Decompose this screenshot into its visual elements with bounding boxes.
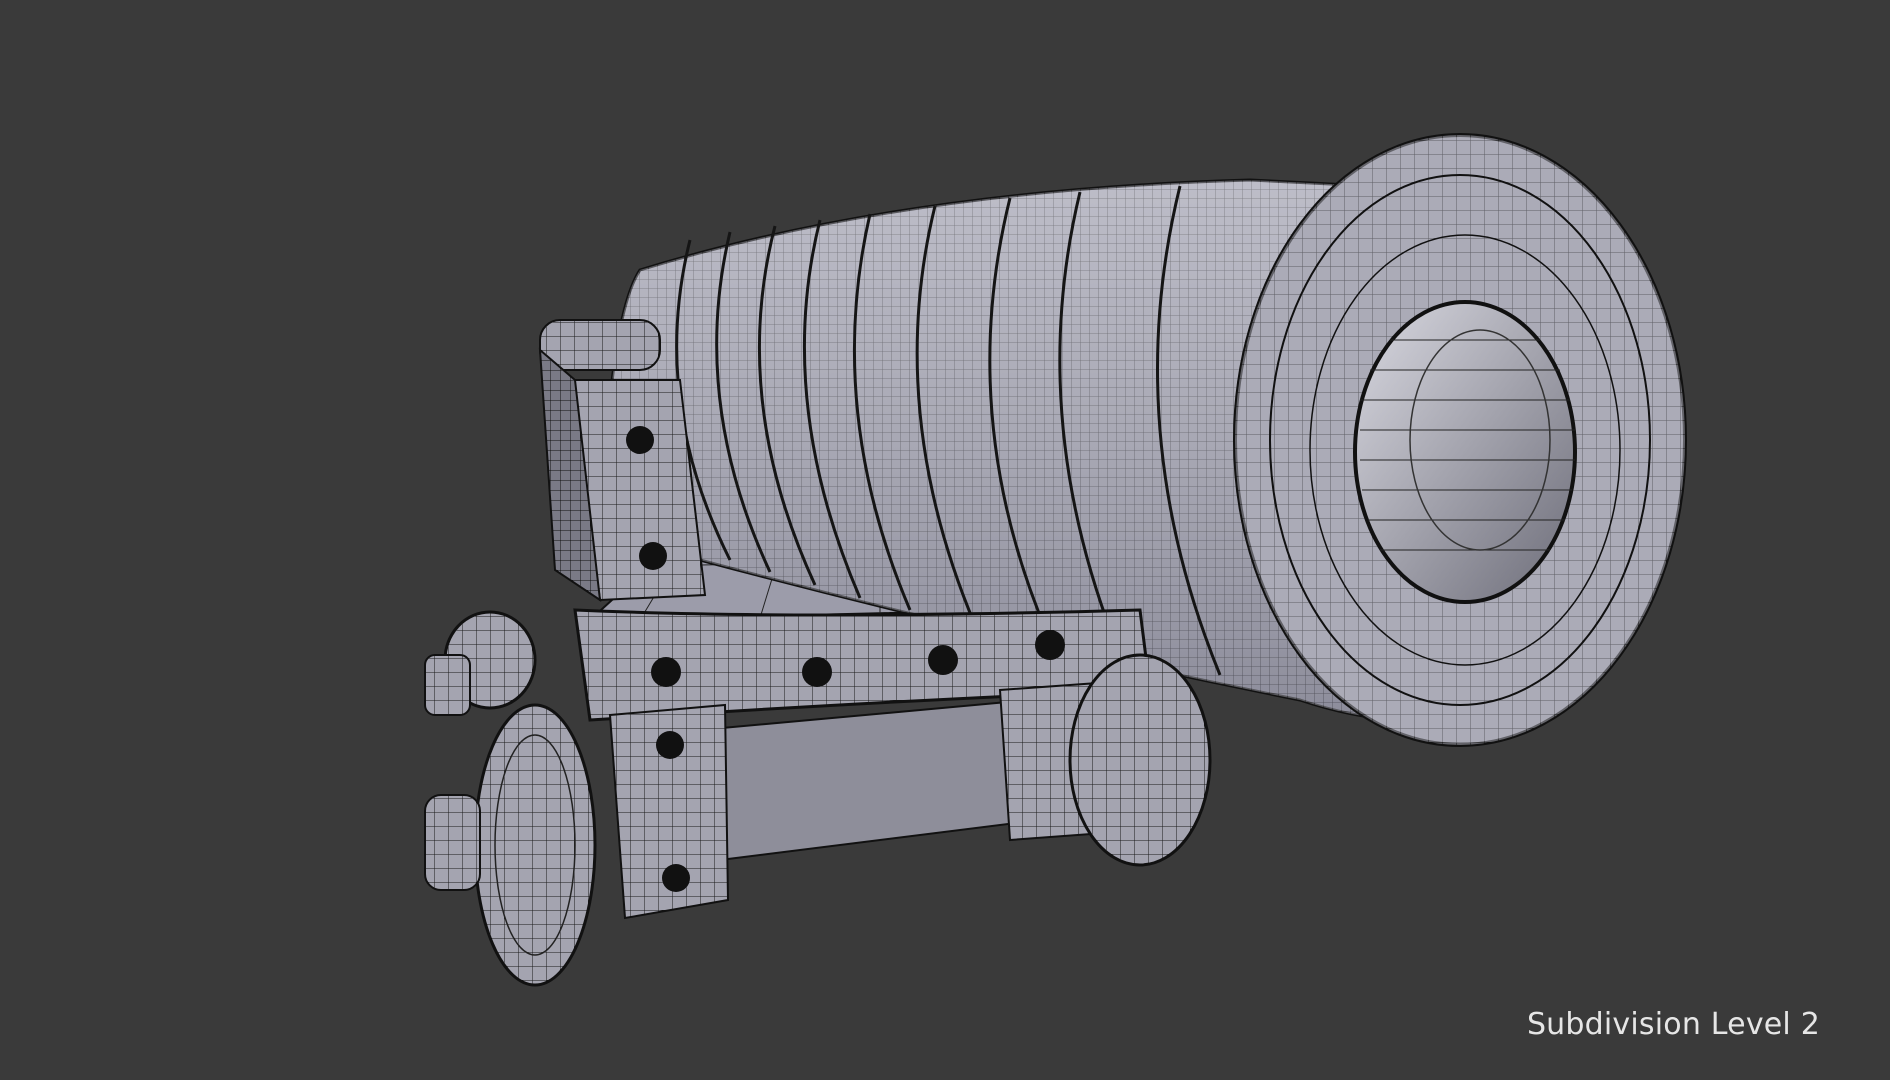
axle	[424, 654, 471, 716]
bolt	[1035, 630, 1065, 660]
3d-viewport[interactable]: Subdivision Level 2	[0, 0, 1890, 1080]
axle	[424, 794, 481, 891]
mesh-scene	[424, 133, 1687, 987]
bolt	[656, 731, 684, 759]
bolt	[928, 645, 958, 675]
rear-wheel	[424, 610, 537, 716]
bolt	[802, 657, 832, 687]
rear-wheel	[1068, 653, 1212, 867]
subdivision-level-label: Subdivision Level 2	[1526, 1007, 1820, 1042]
bolt	[662, 864, 690, 892]
bolt	[651, 657, 681, 687]
bolt	[639, 542, 667, 570]
bolt	[626, 426, 654, 454]
barrel-bore	[1353, 300, 1577, 604]
front-wheel	[424, 703, 597, 987]
